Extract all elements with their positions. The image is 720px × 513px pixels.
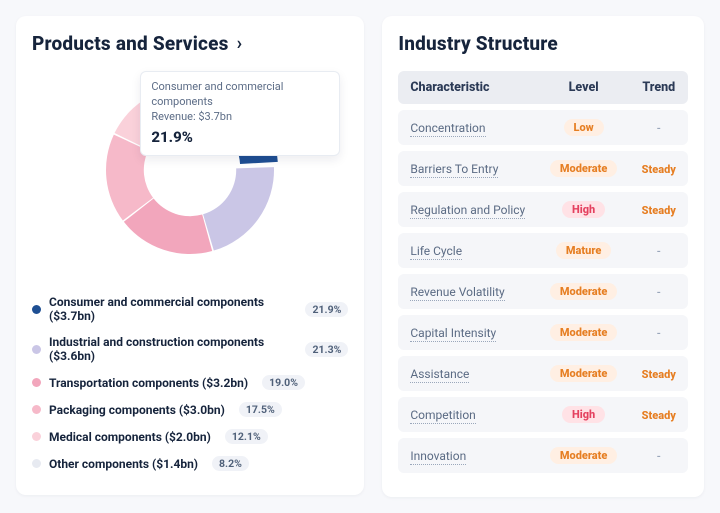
- legend-swatch: [32, 459, 41, 468]
- legend-percent-pill: 8.2%: [212, 456, 249, 471]
- characteristic-link[interactable]: Capital Intensity: [410, 326, 496, 342]
- legend-item[interactable]: Consumer and commercial components ($3.7…: [32, 289, 348, 329]
- characteristic-link[interactable]: Innovation: [410, 449, 466, 465]
- legend-item[interactable]: Medical components ($2.0bn) 12.1%: [32, 423, 348, 450]
- table-row: Revenue Volatility Moderate -: [398, 274, 688, 309]
- characteristic-link[interactable]: Life Cycle: [410, 244, 462, 260]
- industry-structure-title: Industry Structure: [398, 32, 688, 55]
- dashboard-grid: Products and Services › Consumer and com…: [16, 16, 704, 497]
- table-row: Assistance Moderate Steady: [398, 356, 688, 391]
- industry-structure-card: Industry Structure Characteristic Level …: [382, 16, 704, 497]
- donut-legend: Consumer and commercial components ($3.7…: [32, 289, 348, 477]
- legend-item[interactable]: Packaging components ($3.0bn) 17.5%: [32, 396, 348, 423]
- legend-swatch: [32, 432, 41, 441]
- legend-percent-pill: 19.0%: [262, 375, 305, 390]
- trend-value: Steady: [642, 204, 676, 217]
- level-badge: Moderate: [550, 365, 618, 382]
- legend-percent-pill: 12.1%: [225, 429, 268, 444]
- legend-label: Industrial and construction components (…: [49, 335, 291, 363]
- trend-value: Steady: [642, 368, 676, 381]
- legend-label: Transportation components ($3.2bn): [49, 376, 248, 390]
- col-trend: Trend: [630, 71, 688, 104]
- legend-item[interactable]: Other components ($1.4bn) 8.2%: [32, 450, 348, 477]
- table-row: Concentration Low -: [398, 110, 688, 145]
- trend-value: -: [657, 327, 661, 340]
- trend-value: Steady: [642, 409, 676, 422]
- legend-swatch: [32, 378, 41, 387]
- level-badge: High: [562, 406, 605, 423]
- characteristic-link[interactable]: Revenue Volatility: [410, 285, 504, 301]
- characteristic-link[interactable]: Regulation and Policy: [410, 203, 525, 219]
- legend-swatch: [32, 305, 41, 314]
- trend-value: Steady: [642, 163, 676, 176]
- legend-label: Packaging components ($3.0bn): [49, 403, 225, 417]
- tooltip-line1: Consumer and commercial components: [151, 80, 329, 110]
- level-badge: Moderate: [550, 324, 618, 341]
- characteristic-link[interactable]: Assistance: [410, 367, 469, 383]
- characteristic-link[interactable]: Barriers To Entry: [410, 162, 498, 178]
- characteristic-link[interactable]: Concentration: [410, 121, 485, 137]
- table-row: Capital Intensity Moderate -: [398, 315, 688, 350]
- characteristic-link[interactable]: Competition: [410, 408, 475, 424]
- table-row: Innovation Moderate -: [398, 438, 688, 473]
- tooltip-percent: 21.9%: [151, 127, 329, 147]
- chevron-right-icon[interactable]: ›: [237, 33, 243, 54]
- legend-percent-pill: 21.3%: [305, 342, 348, 357]
- level-badge: Mature: [556, 242, 611, 259]
- level-badge: Moderate: [550, 160, 618, 177]
- level-badge: Moderate: [550, 447, 618, 464]
- trend-value: -: [657, 245, 661, 258]
- products-services-heading[interactable]: Products and Services ›: [32, 32, 348, 55]
- legend-item[interactable]: Industrial and construction components (…: [32, 329, 348, 369]
- table-header-row: Characteristic Level Trend: [398, 71, 688, 104]
- legend-label: Other components ($1.4bn): [49, 457, 198, 471]
- table-row: Life Cycle Mature -: [398, 233, 688, 268]
- col-characteristic: Characteristic: [398, 71, 537, 104]
- trend-value: -: [657, 286, 661, 299]
- trend-value: -: [657, 450, 661, 463]
- table-row: Regulation and Policy High Steady: [398, 192, 688, 227]
- legend-label: Consumer and commercial components ($3.7…: [49, 295, 291, 323]
- legend-swatch: [32, 405, 41, 414]
- products-services-card: Products and Services › Consumer and com…: [16, 16, 364, 495]
- products-services-title: Products and Services: [32, 32, 229, 55]
- tooltip-line2: Revenue: $3.7bn: [151, 110, 329, 125]
- trend-value: -: [657, 122, 661, 135]
- legend-swatch: [32, 345, 41, 354]
- table-row: Barriers To Entry Moderate Steady: [398, 151, 688, 186]
- level-badge: Moderate: [550, 283, 618, 300]
- level-badge: High: [562, 201, 605, 218]
- donut-chart-area: Consumer and commercial components Reven…: [32, 65, 348, 275]
- legend-label: Medical components ($2.0bn): [49, 430, 211, 444]
- industry-structure-table: Characteristic Level Trend Concentration…: [398, 65, 688, 479]
- level-badge: Low: [564, 119, 604, 136]
- table-row: Competition High Steady: [398, 397, 688, 432]
- legend-percent-pill: 21.9%: [305, 302, 348, 317]
- donut-tooltip: Consumer and commercial components Reven…: [140, 71, 340, 156]
- col-level: Level: [538, 71, 630, 104]
- legend-item[interactable]: Transportation components ($3.2bn) 19.0%: [32, 369, 348, 396]
- legend-percent-pill: 17.5%: [239, 402, 282, 417]
